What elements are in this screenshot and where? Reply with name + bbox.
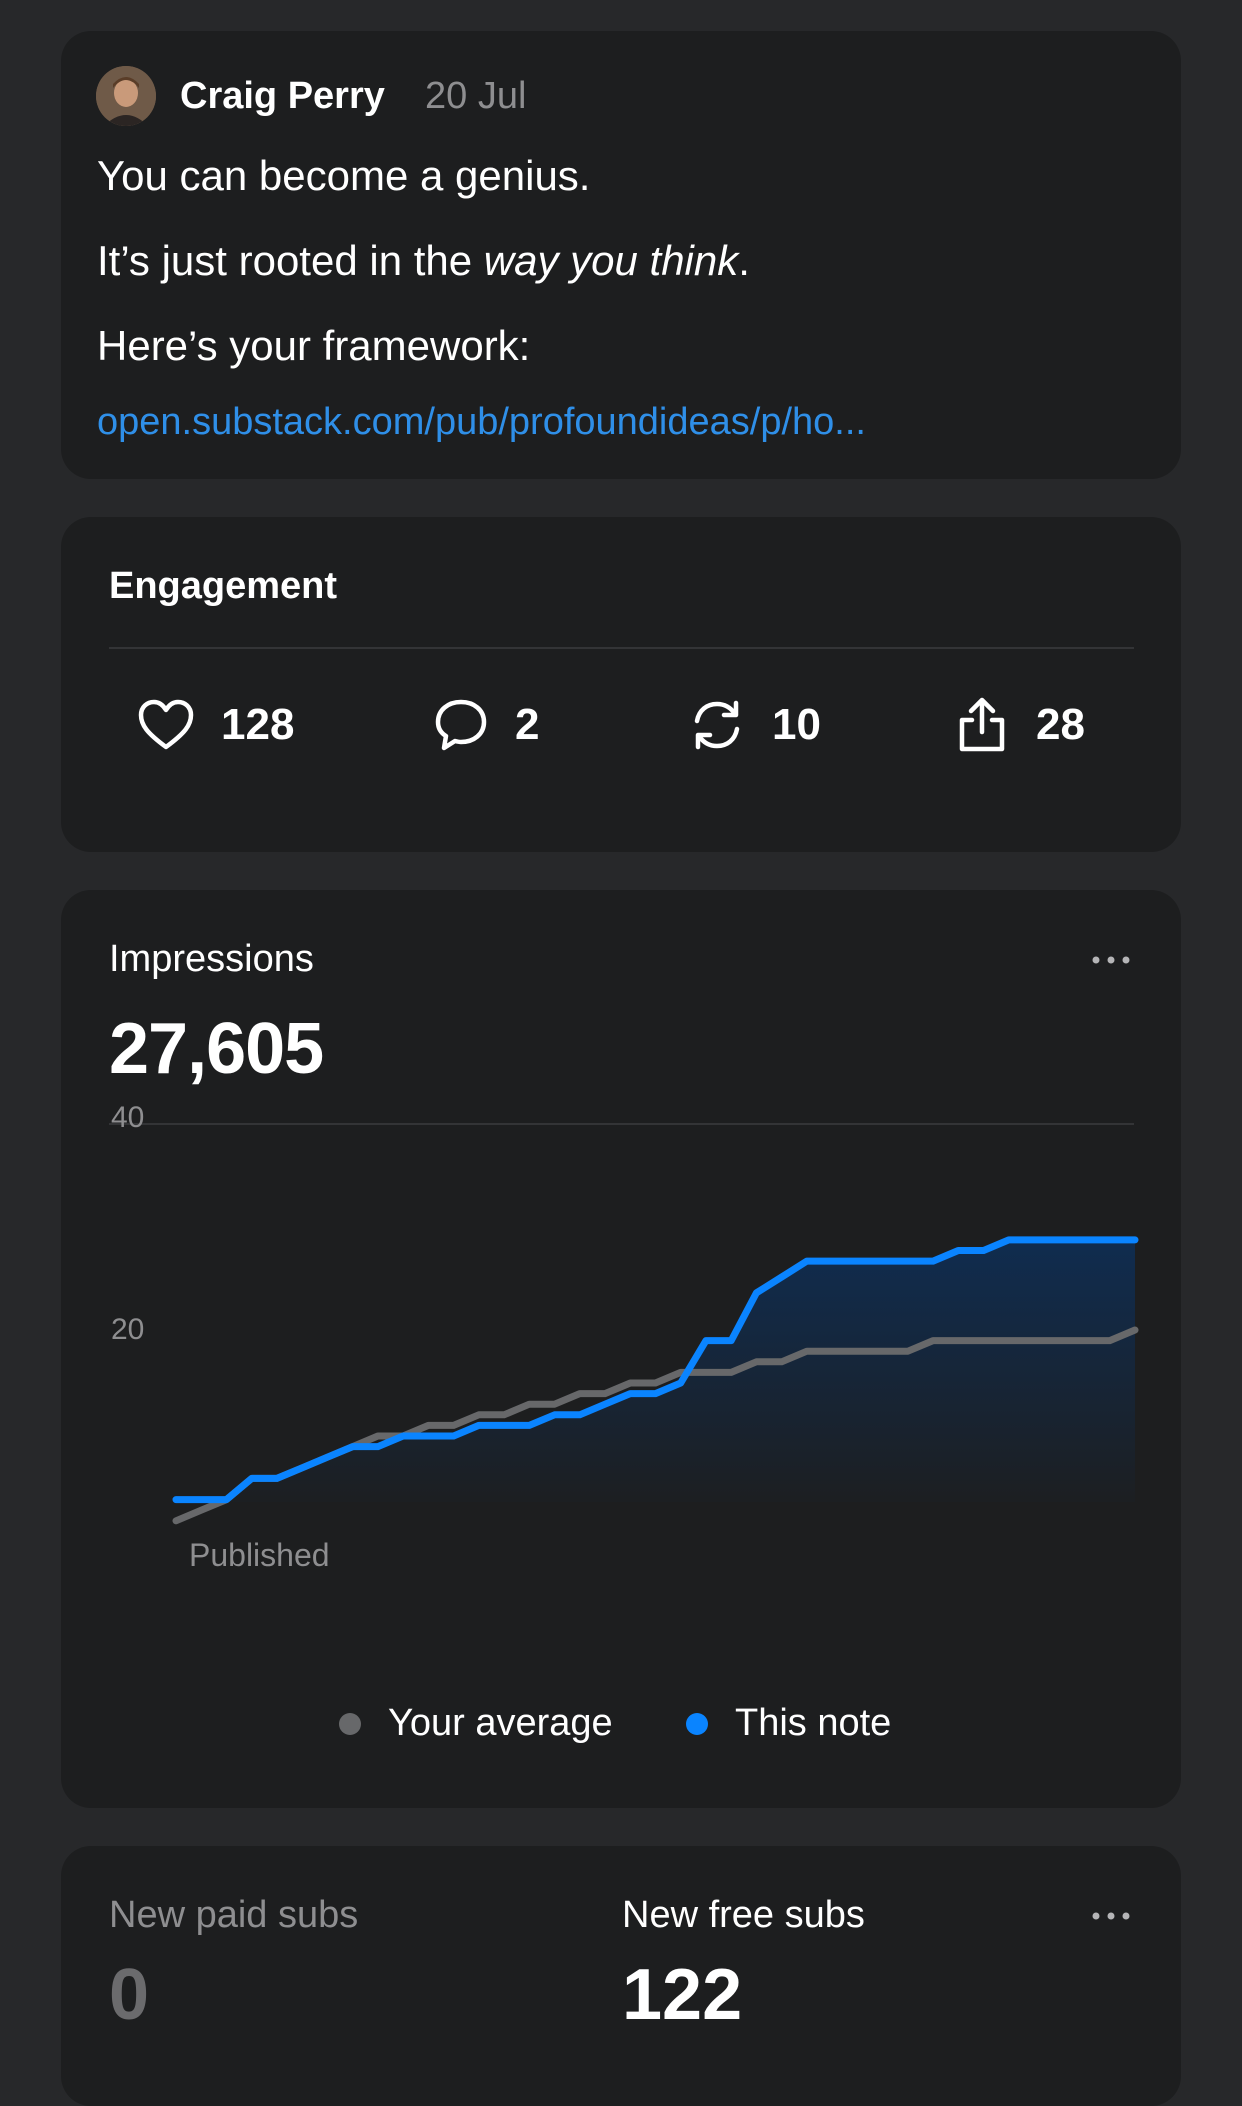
impressions-card: Impressions 27,605 40 20 Published Your … — [61, 890, 1181, 1808]
note-text-line: It’s just rooted in the way you think. — [97, 237, 750, 285]
y-tick-label: 20 — [111, 1313, 144, 1346]
author-name[interactable]: Craig Perry — [180, 75, 385, 118]
legend-dot — [339, 1712, 361, 1735]
heart-icon — [138, 699, 194, 750]
note-text-segment: It’s just rooted in the — [97, 237, 484, 284]
x-axis-label: Published — [189, 1537, 330, 1573]
subscriptions-card: New paid subs 0 New free subs 122 — [61, 1846, 1181, 2106]
y-tick-label: 40 — [111, 1101, 144, 1134]
likes-count: 128 — [221, 700, 295, 749]
shares-count: 28 — [1036, 700, 1085, 749]
comments-stat[interactable]: 2 — [433, 695, 539, 755]
restacks-count: 10 — [772, 700, 821, 749]
new-free-subs-label: New free subs — [622, 1894, 865, 1936]
impressions-chart: 40 20 Published — [111, 1101, 1139, 1573]
engagement-card: Engagement 128 2 10 28 — [61, 517, 1181, 852]
note-text-line: Here’s your framework: — [97, 322, 531, 369]
new-free-subs-value: 122 — [622, 1955, 743, 2035]
comments-count: 2 — [515, 700, 540, 749]
legend-dot — [686, 1712, 708, 1735]
legend-label: This note — [735, 1702, 892, 1744]
note-text-italic: way you think — [483, 237, 739, 284]
author-avatar[interactable] — [96, 66, 156, 126]
restacks-stat[interactable]: 10 — [688, 695, 821, 755]
share-icon — [959, 697, 1005, 752]
legend-this-note[interactable]: This note — [686, 1702, 891, 1745]
comment-icon — [435, 699, 487, 751]
more-options-icon[interactable] — [1091, 955, 1131, 965]
note-link[interactable]: open.substack.com/pub/profoundideas/p/ho… — [97, 401, 866, 444]
note-date: 20 Jul — [425, 75, 527, 117]
divider — [109, 647, 1134, 649]
impressions-title: Impressions — [109, 938, 314, 980]
new-paid-subs-label: New paid subs — [109, 1894, 359, 1936]
note-text-line: You can become a genius. — [97, 152, 591, 199]
shares-stat[interactable]: 28 — [954, 695, 1085, 755]
engagement-title: Engagement — [109, 565, 338, 607]
legend-label: Your average — [388, 1702, 613, 1744]
more-options-icon[interactable] — [1091, 1911, 1131, 1921]
restack-icon — [694, 700, 740, 750]
new-paid-subs-value: 0 — [109, 1955, 150, 2035]
legend-your-average[interactable]: Your average — [339, 1702, 613, 1745]
likes-stat[interactable]: 128 — [137, 695, 294, 755]
note-card[interactable]: Craig Perry 20 Jul You can become a geni… — [61, 31, 1181, 479]
note-text-segment: . — [738, 237, 750, 284]
